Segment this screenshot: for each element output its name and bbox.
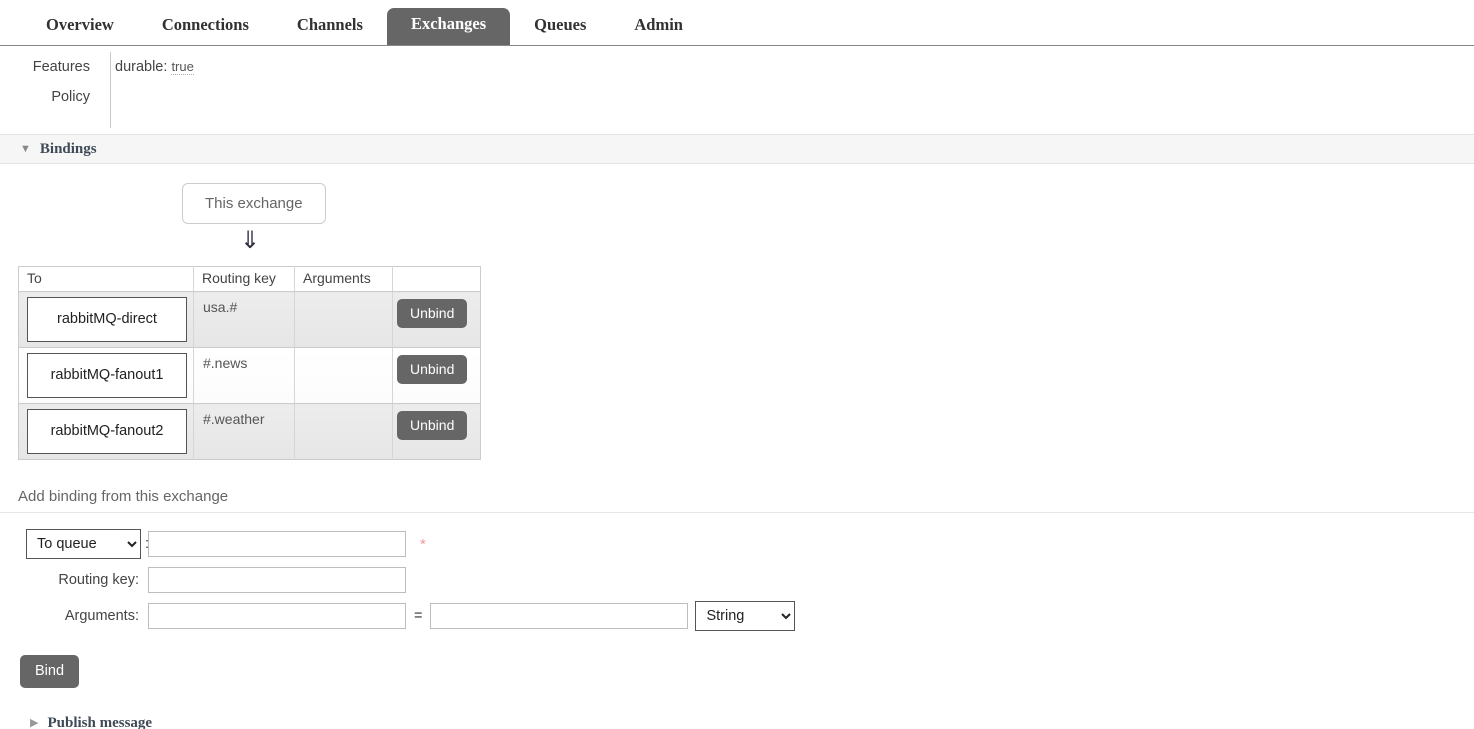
tab-queues[interactable]: Queues [510,9,610,45]
cell-arguments [294,347,393,404]
tab-list: Overview Connections Channels Exchanges … [22,0,707,45]
details-vertical-divider [110,52,111,128]
argument-type-select[interactable]: String Number Boolean List [695,601,796,631]
arguments-row: Arguments: = String Number Boolean List [0,601,1474,631]
tab-connections[interactable]: Connections [138,9,273,45]
exchange-details-panel: Features durable: true Policy [0,46,1474,134]
policy-row: Policy [0,82,1474,112]
unbind-button[interactable]: Unbind [397,411,468,440]
features-value: durable: true [101,52,194,82]
add-binding-divider [0,512,1474,513]
bindings-table-header-row: To Routing key Arguments [18,266,481,292]
routing-key-input[interactable] [148,567,406,593]
binding-routing-key: #.news [203,355,248,371]
bindings-section-body: This exchange ⇓ To Routing key Arguments… [0,183,1474,729]
durable-key-label: durable: [115,59,168,75]
routing-key-row: Routing key: [0,567,1474,593]
add-binding-form: Add binding from this exchange To queue … [0,488,1474,688]
destination-type-select[interactable]: To queue To exchange [26,529,141,559]
cell-arguments [294,403,393,460]
equals-sign: = [414,608,423,624]
binding-arguments [295,348,392,355]
cell-routing-key: #.weather [193,403,295,460]
unbind-button[interactable]: Unbind [397,355,468,384]
publish-message-title: Publish message [47,715,153,729]
arguments-label: Arguments: [64,608,139,624]
column-header-to: To [18,266,194,292]
triangle-right-icon: ▶ [30,717,39,729]
cell-action: Unbind [392,403,481,460]
bindings-section-title: Bindings [39,140,97,157]
cell-action: Unbind [392,291,481,348]
unbind-button[interactable]: Unbind [397,299,468,328]
binding-destination-link[interactable]: rabbitMQ-fanout2 [27,409,187,454]
binding-arguments [295,404,392,411]
cell-routing-key: usa.# [193,291,295,348]
column-header-routing-key: Routing key [193,266,295,292]
features-row: Features durable: true [0,52,1474,82]
add-binding-fields: To queue To exchange : * Routing key: Ar… [0,529,1474,631]
binding-destination-link[interactable]: rabbitMQ-fanout1 [27,353,187,398]
triangle-down-icon: ▼ [20,142,31,155]
destination-label-group: To queue To exchange : [0,529,149,559]
tab-overview[interactable]: Overview [22,9,138,45]
bindings-section-header[interactable]: ▼ Bindings [0,134,1474,164]
binding-destination-link[interactable]: rabbitMQ-direct [27,297,187,342]
argument-key-input[interactable] [148,603,406,629]
publish-message-section-header[interactable]: ▶ Publish message [0,715,1474,729]
tab-channels[interactable]: Channels [273,9,387,45]
cell-arguments [294,291,393,348]
binding-flow-arrow-icon: ⇓ [239,227,261,254]
tab-admin[interactable]: Admin [610,9,707,45]
cell-destination: rabbitMQ-direct [18,291,194,348]
column-header-arguments: Arguments [294,266,393,292]
cell-action: Unbind [392,347,481,404]
cell-destination: rabbitMQ-fanout2 [18,403,194,460]
binding-routing-key: #.weather [203,411,265,427]
tab-exchanges[interactable]: Exchanges [386,8,511,45]
routing-key-label: Routing key: [58,572,139,588]
cell-routing-key: #.news [193,347,295,404]
binding-routing-key: usa.# [203,299,238,315]
features-label: Features [32,59,90,75]
policy-label: Policy [51,89,90,105]
bindings-table: To Routing key Arguments rabbitMQ-direct… [18,266,481,460]
bind-button[interactable]: Bind [20,655,80,688]
destination-row: To queue To exchange : * [0,529,1474,559]
table-row: rabbitMQ-fanout1 #.news Unbind [18,347,481,404]
this-exchange-node[interactable]: This exchange [182,183,326,224]
binding-arguments [295,292,392,299]
add-binding-title: Add binding from this exchange [18,488,229,505]
durable-value: true [171,59,194,75]
column-header-actions [392,266,481,292]
table-row: rabbitMQ-direct usa.# Unbind [18,291,481,348]
table-row: rabbitMQ-fanout2 #.weather Unbind [18,403,481,460]
this-exchange-wrapper: This exchange [182,183,1474,224]
main-navigation-bar: Overview Connections Channels Exchanges … [0,0,1474,46]
required-asterisk-icon: * [420,535,426,553]
argument-value-input[interactable] [430,603,689,629]
cell-destination: rabbitMQ-fanout1 [18,347,194,404]
destination-input[interactable] [148,531,406,557]
